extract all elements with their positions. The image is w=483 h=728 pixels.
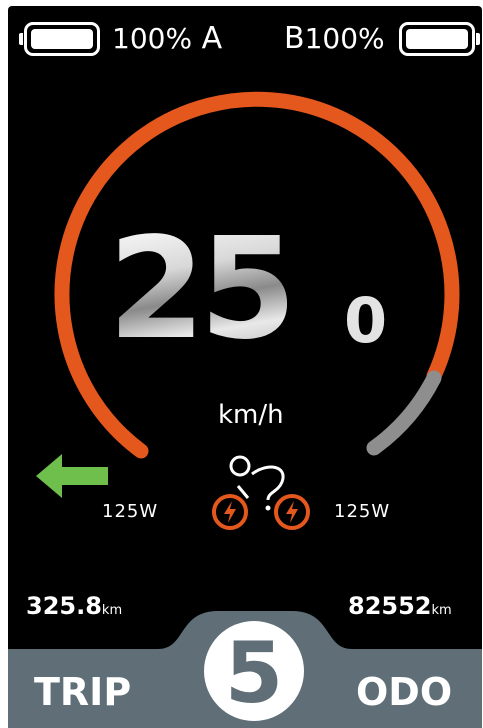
speed-unit: km/h	[218, 400, 284, 430]
display-screen: 100% A B100% 25 0 km/h 125W 125W 325.8km…	[8, 6, 482, 728]
assist-level-indicator: 5	[204, 621, 304, 722]
power-left: 125W	[102, 501, 159, 522]
left-arrow-icon	[36, 454, 108, 498]
trip-label: TRIP	[34, 670, 132, 714]
speed-value: 25	[108, 208, 297, 371]
speed-decimal: 0	[344, 284, 388, 357]
odo-label: ODO	[356, 670, 453, 714]
speed-gauge-inactive-arc	[366, 370, 442, 456]
power-right: 125W	[334, 501, 391, 522]
bicycle-lightning-icon	[212, 455, 310, 530]
